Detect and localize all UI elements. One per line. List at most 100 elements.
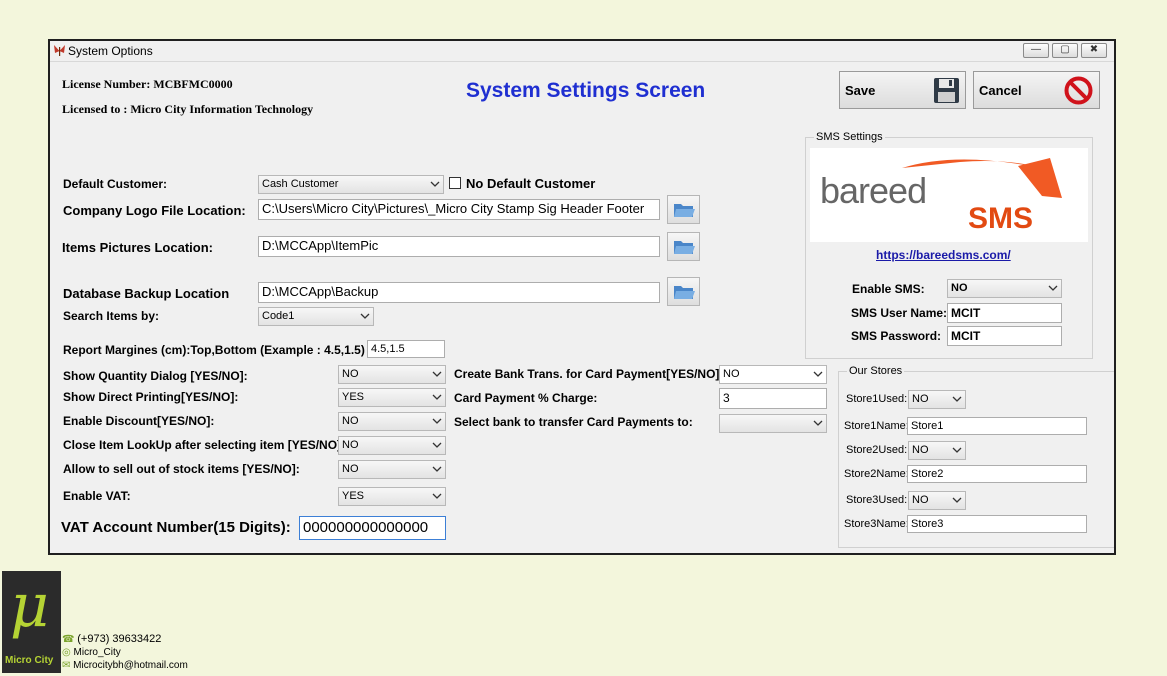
close-lookup-select[interactable]: NO [338, 436, 446, 455]
store2-used-value: NO [912, 444, 929, 456]
enable-sms-label: Enable SMS: [852, 282, 925, 296]
contact-phone: (+973) 39633422 [77, 633, 162, 645]
enable-discount-label: Enable Discount[YES/NO]: [63, 414, 215, 428]
items-pictures-input[interactable]: D:\MCCApp\ItemPic [258, 236, 660, 257]
system-options-window: System Options — ▢ ✖ License Number: MCB… [48, 39, 1116, 555]
vat-account-input[interactable]: 000000000000000 [299, 516, 446, 540]
company-logo-input[interactable]: C:\Users\Micro City\Pictures\_Micro City… [258, 199, 660, 220]
sms-user-input[interactable]: MCIT [947, 303, 1062, 323]
sms-settings-group: SMS Settings bareed SMS https://bareedsm… [805, 131, 1093, 359]
micro-city-logo: μ Micro City [2, 571, 61, 673]
bank-select-label: Select bank to transfer Card Payments to… [454, 415, 693, 429]
sell-out-of-stock-label: Allow to sell out of stock items [YES/NO… [63, 462, 300, 476]
bank-trans-label: Create Bank Trans. for Card Payment[YES/… [454, 367, 724, 381]
show-qty-dialog-value: NO [342, 368, 359, 380]
report-margins-input[interactable]: 4.5,1.5 [367, 340, 445, 358]
licensed-to: Licensed to : Micro City Information Tec… [62, 102, 314, 116]
store3-name-label: Store3Name: [844, 518, 909, 530]
db-backup-label: Database Backup Location [63, 286, 230, 301]
card-charge-label: Card Payment % Charge: [454, 391, 598, 405]
chevron-down-icon [432, 394, 442, 400]
license-number: License Number: MCBFMC0000 [62, 77, 233, 91]
mu-logo-icon: μ [10, 571, 49, 641]
chevron-down-icon [952, 447, 962, 453]
cancel-label: Cancel [979, 83, 1022, 98]
enable-vat-label: Enable VAT: [63, 489, 131, 503]
chevron-down-icon [952, 396, 962, 402]
bareed-sms-logo: bareed SMS [810, 148, 1088, 242]
chevron-down-icon [360, 313, 370, 319]
chevron-down-icon [432, 442, 442, 448]
company-logo-browse-button[interactable] [667, 195, 700, 224]
db-backup-input[interactable]: D:\MCCApp\Backup [258, 282, 660, 303]
our-stores-group: Our Stores Store1Used: NO Store1Name: St… [838, 365, 1114, 548]
minimize-button[interactable]: — [1023, 43, 1049, 58]
store1-used-value: NO [912, 393, 929, 405]
search-items-label: Search Items by: [63, 309, 160, 323]
store2-name-input[interactable]: Store2 [907, 465, 1087, 483]
folder-icon [674, 204, 695, 217]
card-charge-input[interactable]: 3 [719, 388, 827, 409]
bareed-sms-link[interactable]: https://bareedsms.com/ [876, 248, 1011, 262]
sell-out-of-stock-select[interactable]: NO [338, 460, 446, 479]
items-pictures-browse-button[interactable] [667, 232, 700, 261]
enable-discount-select[interactable]: NO [338, 412, 446, 431]
contact-email: Microcitybh@hotmail.com [73, 660, 188, 671]
default-customer-select[interactable]: Cash Customer [258, 175, 444, 194]
close-button[interactable]: ✖ [1081, 43, 1107, 58]
no-default-customer-checkbox[interactable] [449, 177, 461, 189]
report-margins-label: Report Margines (cm):Top,Bottom (Example… [63, 343, 365, 357]
logo-sms: SMS [968, 202, 1034, 235]
close-lookup-value: NO [342, 439, 359, 451]
close-lookup-label: Close Item LookUp after selecting item [… [63, 438, 346, 452]
bank-trans-select[interactable]: NO [719, 365, 827, 384]
logo-text: bareed [820, 170, 927, 211]
logo-name: Micro City [5, 655, 54, 666]
sms-password-input[interactable]: MCIT [947, 326, 1062, 346]
bank-trans-value: NO [723, 368, 740, 380]
search-items-select[interactable]: Code1 [258, 307, 374, 326]
store1-used-select[interactable]: NO [908, 390, 966, 409]
store1-name-input[interactable]: Store1 [907, 417, 1087, 435]
close-icon: ✖ [1089, 44, 1099, 55]
enable-sms-value: NO [951, 282, 968, 294]
vat-account-label: VAT Account Number(15 Digits): [61, 519, 291, 536]
restore-button[interactable]: ▢ [1052, 43, 1078, 58]
show-direct-printing-value: YES [342, 391, 365, 403]
cancel-button[interactable]: Cancel [973, 71, 1100, 109]
contact-email-row: ✉ Microcitybh@hotmail.com [62, 659, 188, 672]
store3-used-value: NO [912, 494, 929, 506]
sms-settings-title: SMS Settings [814, 131, 885, 143]
chevron-down-icon [813, 420, 823, 426]
window-title: System Options [68, 44, 153, 58]
bank-select[interactable] [719, 414, 827, 433]
store2-used-select[interactable]: NO [908, 441, 966, 460]
company-logo-label: Company Logo File Location: [63, 203, 246, 218]
show-direct-printing-select[interactable]: YES [338, 388, 446, 407]
items-pictures-label: Items Pictures Location: [62, 240, 213, 255]
store1-used-label: Store1Used: [846, 393, 908, 405]
contact-handle: Micro_City [73, 647, 121, 658]
show-qty-dialog-select[interactable]: NO [338, 365, 446, 384]
chevron-down-icon [430, 181, 440, 187]
store3-name-input[interactable]: Store3 [907, 515, 1087, 533]
restore-icon: ▢ [1060, 44, 1070, 55]
enable-discount-value: NO [342, 415, 359, 427]
enable-sms-select[interactable]: NO [947, 279, 1062, 298]
store3-used-label: Store3Used: [846, 494, 908, 506]
store2-name-label: Store2Name: [844, 468, 909, 480]
save-button[interactable]: Save [839, 71, 966, 109]
chevron-down-icon [813, 371, 823, 377]
sms-user-label: SMS User Name: [851, 306, 948, 320]
enable-vat-select[interactable]: YES [338, 487, 446, 506]
chevron-down-icon [432, 418, 442, 424]
show-direct-printing-label: Show Direct Printing[YES/NO]: [63, 390, 239, 404]
db-backup-browse-button[interactable] [667, 277, 700, 306]
sell-out-of-stock-value: NO [342, 463, 359, 475]
default-customer-value: Cash Customer [262, 178, 339, 190]
store3-used-select[interactable]: NO [908, 491, 966, 510]
save-label: Save [845, 83, 876, 98]
default-customer-label: Default Customer: [63, 177, 168, 191]
chevron-down-icon [432, 466, 442, 472]
chevron-down-icon [432, 493, 442, 499]
